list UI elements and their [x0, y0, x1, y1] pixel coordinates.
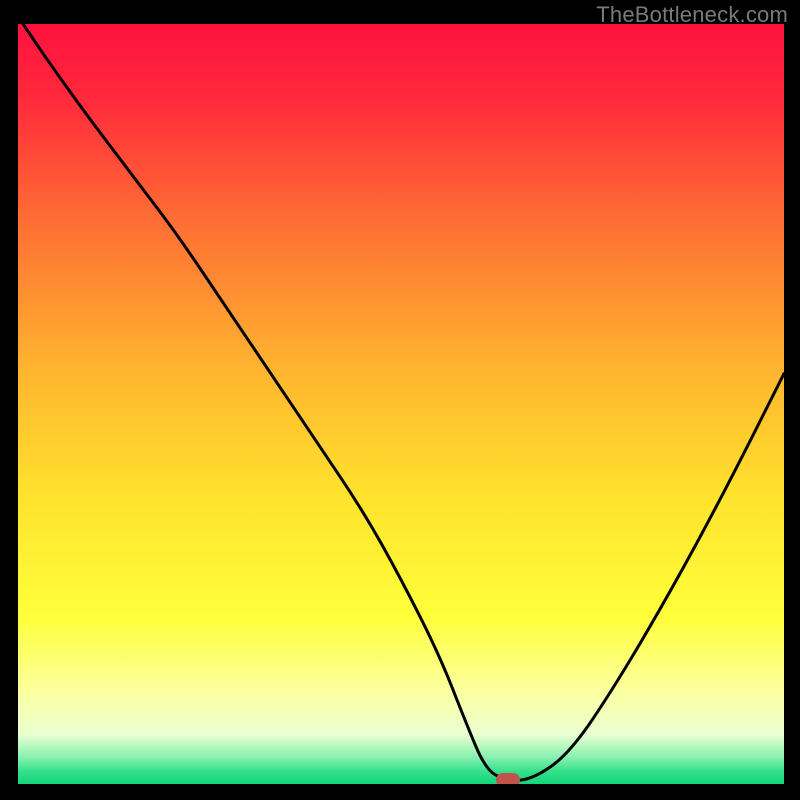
optimal-point-marker	[496, 773, 520, 784]
chart-frame: TheBottleneck.com	[0, 0, 800, 800]
gradient-background	[18, 24, 784, 784]
plot-area	[18, 24, 784, 784]
bottleneck-chart	[18, 24, 784, 784]
